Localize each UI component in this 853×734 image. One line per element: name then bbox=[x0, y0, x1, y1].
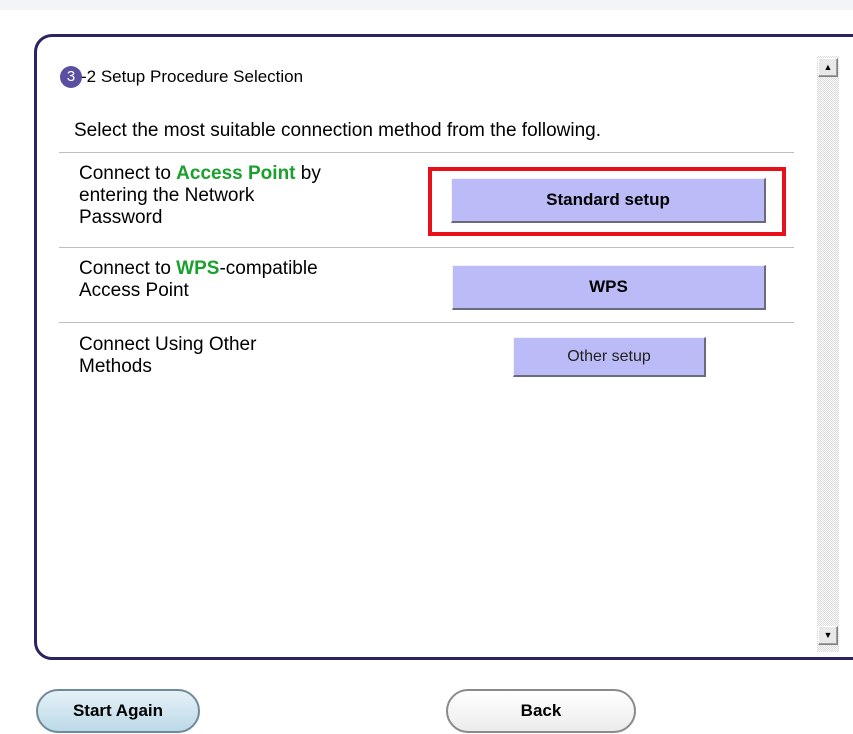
start-again-button[interactable]: Start Again bbox=[36, 689, 200, 733]
option-access-point-description: Connect to Access Point by entering the … bbox=[79, 163, 321, 229]
wps-button[interactable]: WPS bbox=[452, 265, 766, 310]
option-highlight: Access Point bbox=[176, 163, 296, 184]
instruction-text: Select the most suitable connection meth… bbox=[74, 120, 602, 141]
option-line: Connect Using Other bbox=[79, 334, 257, 355]
option-line: Password bbox=[79, 207, 163, 228]
option-line: Access Point bbox=[79, 280, 189, 301]
divider bbox=[59, 152, 794, 153]
option-line: Connect to Access Point by bbox=[79, 163, 321, 185]
divider bbox=[59, 247, 794, 248]
option-line: Connect to WPS-compatible bbox=[79, 258, 318, 280]
divider bbox=[59, 322, 794, 323]
vertical-scrollbar[interactable] bbox=[817, 56, 839, 652]
option-wps-description: Connect to WPS-compatible Access Point bbox=[79, 258, 318, 302]
option-text: by bbox=[295, 163, 321, 184]
step-number-badge: 3 bbox=[60, 66, 82, 88]
arrow-up-icon[interactable]: ▲ bbox=[818, 58, 838, 77]
option-text: Connect to bbox=[79, 163, 177, 184]
option-highlight: WPS bbox=[176, 258, 220, 279]
page-title: -2 Setup Procedure Selection bbox=[81, 67, 304, 86]
option-line: entering the Network bbox=[79, 185, 255, 206]
setup-window: ▲ ▼ 3 -2 Setup Procedure Selection Selec… bbox=[0, 0, 853, 734]
option-other-description: Connect Using Other Methods bbox=[79, 334, 256, 378]
option-text: -compatible bbox=[219, 258, 318, 279]
arrow-down-icon[interactable]: ▼ bbox=[818, 626, 838, 645]
back-button[interactable]: Back bbox=[446, 689, 636, 733]
option-line: Methods bbox=[79, 356, 152, 377]
option-text: Connect to bbox=[79, 258, 177, 279]
top-band bbox=[0, 0, 853, 10]
standard-setup-button[interactable]: Standard setup bbox=[451, 178, 766, 223]
other-setup-button[interactable]: Other setup bbox=[513, 337, 706, 377]
